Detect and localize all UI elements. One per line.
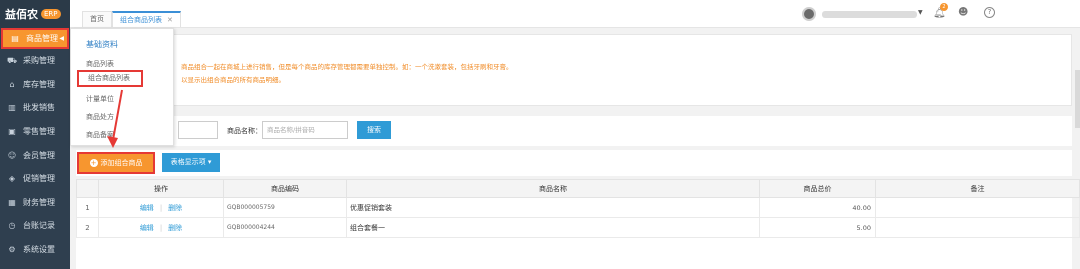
sidebar-item-finance[interactable]: ▦ 财务管理 xyxy=(0,191,70,215)
tab-label: 组合商品列表 xyxy=(120,16,162,24)
sidebar-item-promotion[interactable]: ◈ 促销管理 xyxy=(0,167,70,191)
sidebar-item-label: 系统设置 xyxy=(23,245,55,255)
header-index xyxy=(76,179,99,198)
sidebar-item-inventory[interactable]: ⌂ 库存管理 xyxy=(0,73,70,97)
submenu-title: 基础资料 xyxy=(86,40,118,49)
sidebar-item-purchase[interactable]: ⛟ 采购管理 xyxy=(0,49,70,73)
search-input[interactable]: 商品名称/拼音码 xyxy=(262,121,348,139)
sidebar-item-label: 批发销售 xyxy=(23,103,55,113)
goods-icon: ▤ xyxy=(11,34,19,43)
row-name: 优惠促销套装 xyxy=(346,197,760,218)
edit-link[interactable]: 编辑 xyxy=(140,224,154,232)
divider: | xyxy=(159,203,163,212)
edit-link[interactable]: 编辑 xyxy=(140,204,154,212)
gear-icon: ⚙ xyxy=(8,245,16,255)
brand: 益佰农 ERP xyxy=(0,0,70,28)
row-total: 5.00 xyxy=(759,217,876,238)
add-button-label: 添加组合商品 xyxy=(100,159,143,167)
submenu-item-units[interactable]: 计量单位 xyxy=(86,94,114,104)
avatar[interactable] xyxy=(802,7,816,21)
tab-combo-goods[interactable]: 组合商品列表 ✕ xyxy=(112,11,181,27)
sidebar: 益佰农 ERP ▤ 商品管理 ◀ ⛟ 采购管理 ⌂ 库存管理 ▥ 批发销售 ▣ … xyxy=(0,0,70,269)
warehouse-icon: ⌂ xyxy=(9,79,15,89)
chart-icon: ▥ xyxy=(8,103,16,113)
header-code: 商品编码 xyxy=(223,179,347,198)
scrollbar[interactable] xyxy=(1075,70,1080,128)
plus-icon: + xyxy=(89,159,98,167)
row-note xyxy=(875,217,1080,238)
sidebar-item-settings[interactable]: ⚙ 系统设置 xyxy=(0,238,70,262)
row-index: 1 xyxy=(76,197,99,218)
store-icon: ▣ xyxy=(8,127,16,137)
add-combo-goods-button[interactable]: + 添加组合商品 xyxy=(77,152,155,174)
notice-panel: 商品组合一起在商城上进行销售，但是每个商品的库存管理都需要单独控制。如：一个洗漱… xyxy=(76,34,1072,106)
tab-label: 首页 xyxy=(90,15,104,23)
submenu-item-filing[interactable]: 商品备案 xyxy=(86,130,114,140)
chevron-down-icon[interactable]: ▼ xyxy=(918,9,923,16)
submenu-item-prescription[interactable]: 商品处方 xyxy=(86,112,114,122)
search-button[interactable]: 搜索 xyxy=(357,121,391,139)
sidebar-item-label: 台账记录 xyxy=(23,221,55,231)
username-blurred[interactable] xyxy=(822,11,917,18)
search-label: 商品名称： xyxy=(227,127,262,135)
table-row: 1 编辑 | 删除 GQB000005759 优惠促销套装 40.00 xyxy=(76,197,1080,218)
brand-name: 益佰农 xyxy=(5,8,38,21)
tag-icon: ◈ xyxy=(8,174,16,184)
header-note: 备注 xyxy=(875,179,1080,198)
sidebar-item-retail[interactable]: ▣ 零售管理 xyxy=(0,120,70,144)
erp-badge: ERP xyxy=(41,9,61,19)
header-name: 商品名称 xyxy=(346,179,760,198)
sidebar-item-label: 促销管理 xyxy=(23,174,55,184)
delete-link[interactable]: 删除 xyxy=(168,204,182,212)
submenu-item-goods-list[interactable]: 商品列表 xyxy=(86,59,114,69)
goods-table: 操作 商品编码 商品名称 商品总价 备注 1 编辑 | 删除 GQB00000575… xyxy=(76,179,1080,269)
delete-link[interactable]: 删除 xyxy=(168,224,182,232)
header-total: 商品总价 xyxy=(759,179,876,198)
row-note xyxy=(875,197,1080,218)
sidebar-item-label: 零售管理 xyxy=(23,127,55,137)
caret-left-icon: ◀ xyxy=(59,35,64,42)
member-icon: ☺ xyxy=(7,150,17,160)
notice-line-2: 以显示出组合商品的所有商品明细。 xyxy=(181,76,285,84)
submenu-item-combo-goods-list[interactable]: 组合商品列表 xyxy=(77,70,143,87)
sidebar-item-goods[interactable]: ▤ 商品管理 ◀ xyxy=(1,28,69,49)
notice-line-1: 商品组合一起在商城上进行销售，但是每个商品的库存管理都需要单独控制。如：一个洗漱… xyxy=(181,63,513,71)
notification-badge: 2 xyxy=(940,3,948,11)
main-content: 商品组合一起在商城上进行销售，但是每个商品的库存管理都需要单独控制。如：一个洗漱… xyxy=(70,28,1080,269)
clock-icon: ◷ xyxy=(8,221,16,231)
row-code: GQB000004244 xyxy=(223,217,347,238)
row-code: GQB000005759 xyxy=(223,197,347,218)
tab-home[interactable]: 首页 xyxy=(82,11,112,27)
sidebar-item-wholesale[interactable]: ▥ 批发销售 xyxy=(0,96,70,120)
close-icon[interactable]: ✕ xyxy=(167,16,173,24)
row-name: 组合套餐一 xyxy=(346,217,760,238)
wallet-icon: ▦ xyxy=(8,197,16,207)
divider: | xyxy=(159,223,163,232)
cart-icon: ⛟ xyxy=(6,55,18,65)
sidebar-item-label: 商品管理 xyxy=(26,34,58,43)
sidebar-item-member[interactable]: ☺ 会员管理 xyxy=(0,143,70,167)
topbar: 首页 组合商品列表 ✕ xyxy=(70,0,1080,28)
row-total: 40.00 xyxy=(759,197,876,218)
sidebar-item-label: 采购管理 xyxy=(23,56,55,66)
row-ops: 编辑 | 删除 xyxy=(98,217,224,238)
table-row: 2 编辑 | 删除 GQB000004244 组合套餐一 5.00 xyxy=(76,217,1080,238)
header-ops: 操作 xyxy=(98,179,224,198)
row-index: 2 xyxy=(76,217,99,238)
sidebar-item-ledger[interactable]: ◷ 台账记录 xyxy=(0,214,70,238)
help-icon[interactable]: ? xyxy=(984,7,995,18)
sidebar-item-label: 库存管理 xyxy=(23,79,55,89)
sidebar-item-label: 会员管理 xyxy=(23,150,55,160)
table-columns-button[interactable]: 表格显示项 ▾ xyxy=(162,153,220,172)
sidebar-item-label: 财务管理 xyxy=(23,197,55,207)
action-row: + 添加组合商品 表格显示项 ▾ xyxy=(76,150,1072,176)
goods-submenu: 基础资料 商品列表 组合商品列表 计量单位 商品处方 商品备案 xyxy=(70,28,174,146)
user-icon[interactable]: ☻ xyxy=(958,7,968,18)
search-row: 商品名称： 商品名称/拼音码 搜索 xyxy=(76,116,1072,146)
table-header-row: 操作 商品编码 商品名称 商品总价 备注 xyxy=(76,179,1080,198)
row-ops: 编辑 | 删除 xyxy=(98,197,224,218)
filter-input[interactable] xyxy=(178,121,218,139)
